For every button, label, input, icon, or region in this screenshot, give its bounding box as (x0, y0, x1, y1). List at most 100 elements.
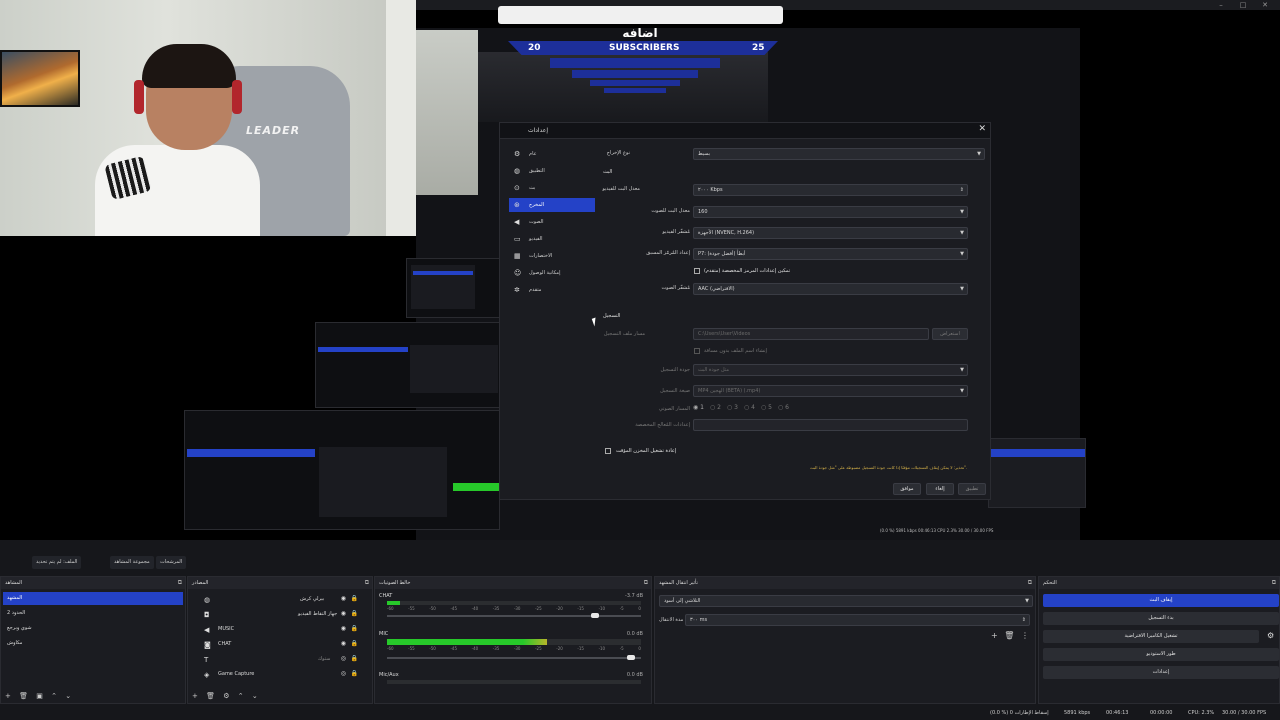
start-recording-button[interactable]: بدء التسجيل (1043, 612, 1279, 625)
visibility-icon[interactable]: ◎ (341, 667, 346, 681)
virtual-camera-button[interactable]: تشغيل الكاميرا الافتراضية (1043, 630, 1259, 643)
encoder-select[interactable]: الأجهزة (NVENC, H.264) ▼ (693, 227, 968, 239)
track-radio-5[interactable]: ○ 5 (761, 404, 772, 411)
delete-icon[interactable]: 🗑 (19, 692, 28, 700)
meter-tick-label: -45 (450, 646, 458, 651)
subscriber-count-right: 25 (752, 43, 765, 53)
recording-path-input[interactable]: C:\Users\User\Videos (693, 328, 929, 340)
settings-button[interactable]: إعدادات (1043, 666, 1279, 679)
browse-button[interactable]: استعراض (932, 328, 968, 340)
close-icon[interactable]: ✕ (978, 124, 986, 134)
minimize-icon[interactable]: – (1216, 1, 1226, 9)
chair-logo: LEADER (246, 124, 301, 137)
scene-item[interactable]: شوي وبرجع (3, 622, 183, 635)
move-up-icon[interactable]: ⌃ (238, 692, 244, 700)
replay-buffer-checkbox[interactable] (605, 448, 611, 454)
lock-icon[interactable]: 🔒 (351, 652, 358, 666)
no-space-checkbox[interactable] (694, 348, 700, 354)
source-item[interactable]: ◘ جهاز التقاط الفيديو ◉ 🔒 (188, 607, 366, 621)
cancel-button[interactable]: إلغاء (926, 483, 954, 495)
sidebar-item-output[interactable]: ⊛ المخرج (509, 198, 595, 212)
filters-button[interactable]: المرشحات (156, 556, 187, 569)
keyboard-icon: ▦ (514, 252, 521, 260)
track-radio-4[interactable]: ○ 4 (744, 404, 755, 411)
settings-icon[interactable]: ⚙ (223, 692, 229, 700)
sidebar-item-app[interactable]: ◍ التطبيق (509, 164, 595, 178)
volume-slider[interactable] (387, 613, 641, 618)
volume-knob[interactable] (626, 655, 635, 660)
track-radio-6[interactable]: ○ 6 (778, 404, 789, 411)
scene-collection-button[interactable]: مجموعة المشاهد (110, 556, 154, 569)
profile-label[interactable]: الملف: لم يتم تحديد (32, 556, 82, 569)
source-item[interactable]: ◙ CHAT ◉ 🔒 (188, 637, 366, 651)
popout-icon[interactable]: ⧉ (1028, 577, 1032, 589)
track-radio-1[interactable]: ◉ 1 (693, 404, 704, 411)
add-icon[interactable]: + (991, 631, 998, 640)
transition-select[interactable]: التلاشي إلى أسود ▼ (659, 595, 1033, 607)
popout-icon[interactable]: ⧉ (178, 577, 182, 589)
sidebar-item-accessibility[interactable]: ☺ إمكانية الوصول (509, 266, 595, 280)
output-mode-select[interactable]: بسيط ▼ (693, 148, 985, 160)
popout-icon[interactable]: ⧉ (644, 577, 648, 589)
visibility-icon[interactable]: ◉ (341, 607, 346, 621)
apply-button[interactable]: تطبيق (958, 483, 986, 495)
lock-icon[interactable]: 🔒 (351, 637, 358, 651)
source-item[interactable]: T ستوك ◎ 🔒 (188, 652, 366, 666)
move-up-icon[interactable]: ⌃ (51, 692, 57, 700)
studio-mode-button[interactable]: طور الاستوديو (1043, 648, 1279, 661)
recording-format-select[interactable]: MP4 الهجين (BETA) (.mp4) ▼ (693, 385, 968, 397)
monitor-edge (386, 0, 416, 236)
visibility-icon[interactable]: ◉ (341, 637, 346, 651)
stop-streaming-button[interactable]: إيقاف البث (1043, 594, 1279, 607)
scene-item[interactable]: 2 الحدود (3, 607, 183, 620)
audio-encoder-select[interactable]: AAC (الافتراضي) ▼ (693, 283, 968, 295)
popout-icon[interactable]: ⧉ (1272, 577, 1276, 589)
add-icon[interactable]: + (192, 692, 198, 700)
recording-quality-select[interactable]: مثل جودة البث ▼ (693, 364, 968, 376)
visibility-icon[interactable]: ◉ (341, 592, 346, 606)
wall-painting (0, 50, 80, 107)
properties-icon[interactable]: ▣ (36, 692, 43, 700)
source-item[interactable]: ◍ بيرلي كرش ◉ 🔒 (188, 592, 366, 606)
ok-button[interactable]: موافق (893, 483, 921, 495)
gear-icon[interactable]: ⚙ (1267, 631, 1274, 640)
level-fill (387, 639, 548, 645)
maximize-icon[interactable]: □ (1238, 1, 1248, 9)
source-item[interactable]: ◀ MUSIC ◉ 🔒 (188, 622, 366, 636)
duration-input[interactable]: ۳۰۰ ms ⇕ (685, 614, 1030, 626)
track-radio-3[interactable]: ○ 3 (727, 404, 738, 411)
move-down-icon[interactable]: ⌄ (65, 692, 71, 700)
audio-bitrate-select[interactable]: 160 ▼ (693, 206, 968, 218)
lock-icon[interactable]: 🔒 (351, 622, 358, 636)
volume-knob[interactable] (591, 613, 600, 618)
custom-encoder-checkbox[interactable] (694, 268, 700, 274)
video-bitrate-input[interactable]: ۲۰۰۰ Kbps ⇕ (693, 184, 968, 196)
scene-item[interactable]: المشهد (3, 592, 183, 605)
close-window-icon[interactable]: ✕ (1260, 1, 1270, 9)
sidebar-item-audio[interactable]: ◀ الصوت (509, 215, 595, 229)
visibility-icon[interactable]: ◎ (341, 652, 346, 666)
source-item[interactable]: ◈ Game Capture ◎ 🔒 (188, 667, 366, 681)
recording-quality-label: جودة التسجيل (660, 367, 690, 373)
scene-item[interactable]: مكاوش (3, 637, 183, 650)
visibility-icon[interactable]: ◉ (341, 622, 346, 636)
overlay-banner (498, 6, 783, 24)
meter-tick-label: 0 (638, 606, 641, 611)
muxer-input[interactable] (693, 419, 968, 431)
popout-icon[interactable]: ⧉ (365, 577, 369, 589)
lock-icon[interactable]: 🔒 (351, 592, 358, 606)
lock-icon[interactable]: 🔒 (351, 607, 358, 621)
move-down-icon[interactable]: ⌄ (252, 692, 258, 700)
volume-slider[interactable] (387, 655, 641, 660)
lock-icon[interactable]: 🔒 (351, 667, 358, 681)
sidebar-item-hotkeys[interactable]: ▦ الاختصارات (509, 249, 595, 263)
sidebar-item-video[interactable]: ▭ الفيديو (509, 232, 595, 246)
nested-obs-small (406, 258, 500, 318)
delete-icon[interactable]: 🗑 (1004, 631, 1014, 640)
preset-select[interactable]: P7: أبطأ (أفضل جودة) ▼ (693, 248, 968, 260)
more-icon[interactable]: ⋮ (1021, 631, 1029, 640)
delete-icon[interactable]: 🗑 (206, 692, 215, 700)
add-icon[interactable]: + (5, 692, 11, 700)
track-radio-2[interactable]: ○ 2 (710, 404, 721, 411)
sidebar-item-advanced[interactable]: ✲ متقدم (509, 283, 595, 297)
